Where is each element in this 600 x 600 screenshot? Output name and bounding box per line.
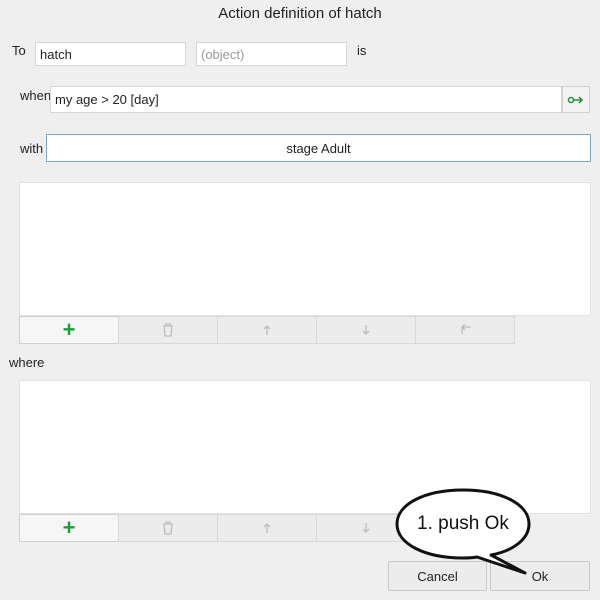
dialog-title: Action definition of hatch (218, 5, 382, 22)
effects-undo-button[interactable] (415, 316, 515, 344)
where-delete-button[interactable] (118, 514, 218, 542)
effects-down-button[interactable] (316, 316, 416, 344)
with-field[interactable]: stage Adult (46, 134, 591, 162)
arrow-up-icon (263, 523, 271, 533)
where-add-button[interactable]: + (19, 514, 119, 542)
trash-icon (163, 323, 173, 337)
arrow-down-icon (362, 523, 370, 533)
effects-up-button[interactable] (217, 316, 317, 344)
action-name-field[interactable]: hatch (35, 42, 186, 66)
arrow-down-icon (362, 325, 370, 335)
where-up-button[interactable] (217, 514, 317, 542)
when-label: when (20, 88, 52, 103)
effects-toolbar: + (19, 316, 515, 344)
is-label: is (357, 43, 367, 58)
when-condition-field[interactable]: my age > 20 [day] (50, 86, 562, 113)
with-label: with (20, 141, 44, 156)
where-toolbar: + (19, 514, 416, 542)
effects-add-button[interactable]: + (19, 316, 119, 344)
effects-delete-button[interactable] (118, 316, 218, 344)
plus-icon: + (62, 317, 76, 342)
condition-button[interactable] (562, 86, 590, 113)
where-label: where (9, 355, 45, 370)
to-label: To (12, 43, 26, 58)
callout-text: 1. push Ok (417, 513, 509, 534)
callout-bubble: 1. push Ok (393, 487, 533, 577)
trash-icon (163, 521, 173, 535)
plus-icon: + (62, 515, 76, 540)
effects-list[interactable] (19, 182, 591, 316)
condition-icon (567, 95, 584, 104)
object-type-field[interactable]: (object) (196, 42, 347, 66)
arrow-up-icon (263, 325, 271, 335)
undo-icon (461, 324, 471, 334)
